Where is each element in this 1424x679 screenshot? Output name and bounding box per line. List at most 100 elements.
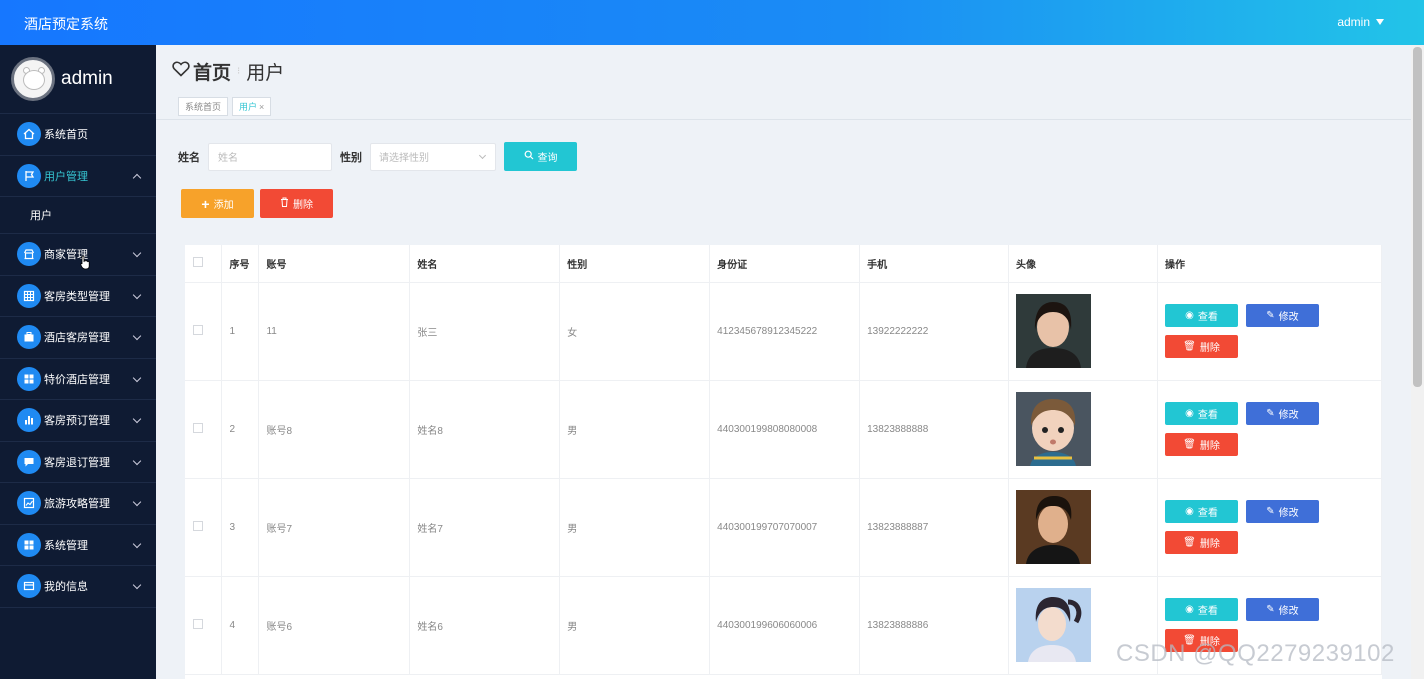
profile: admin <box>0 45 156 114</box>
cell-account: 账号8 <box>258 380 411 479</box>
cell-no: 1 <box>221 282 260 381</box>
chevron-down-icon <box>132 456 142 465</box>
cell-account: 账号6 <box>258 576 411 675</box>
grid-icon <box>17 283 41 308</box>
profile-name: admin <box>61 68 113 89</box>
sidebar-item-user-management[interactable]: 用户管理 <box>0 156 156 197</box>
row-checkbox-cell <box>185 380 223 479</box>
cell-gender: 女 <box>559 282 711 381</box>
sidebar-subitem-label: 用户 <box>30 210 52 222</box>
row-delete-button[interactable]: 🗑 删除 <box>1164 335 1238 358</box>
cell-operations: ◉ 查看 ✎ 修改 🗑 删除 <box>1157 380 1382 479</box>
sidebar-item-system-management[interactable]: 系统管理 <box>0 525 156 566</box>
sidebar-item-merchant-management[interactable]: 商家管理 <box>0 234 156 276</box>
cell-id-card: 412345678912345222 <box>709 282 861 381</box>
sidebar-subitem-user[interactable]: 用户 <box>0 197 156 234</box>
name-input[interactable]: 姓名 <box>208 142 332 171</box>
gender-select[interactable]: 请选择性别 <box>370 142 496 171</box>
breadcrumb-current: 用户 <box>246 63 285 84</box>
chevron-down-icon <box>132 373 142 382</box>
row-delete-button[interactable]: 🗑 删除 <box>1164 433 1238 456</box>
heart-icon <box>172 61 190 83</box>
pencil-icon: ✎ <box>1266 604 1275 615</box>
view-button[interactable]: ◉ 查看 <box>1164 598 1238 621</box>
hand-cursor-icon <box>80 255 92 273</box>
table-row: 3 账号7 姓名7 男 440300199707070007 138238888… <box>185 478 1382 577</box>
sidebar-item-label: 系统首页 <box>44 129 88 142</box>
cell-id-card: 440300199707070007 <box>709 478 861 577</box>
sidebar-item-room-booking-management[interactable]: 客房预订管理 <box>0 400 156 442</box>
chevron-down-icon <box>132 331 142 341</box>
column-header: 头像 <box>1008 245 1158 283</box>
user-name: admin <box>1337 15 1370 29</box>
sidebar-item-travel-guide-management[interactable]: 旅游攻略管理 <box>0 483 156 525</box>
sidebar-item-label: 用户管理 <box>44 170 88 183</box>
trash-icon: 🗑 <box>1183 341 1196 352</box>
table-row: 2 账号8 姓名8 男 440300199808080008 138238888… <box>185 380 1382 479</box>
row-checkbox-cell <box>185 576 223 675</box>
message-icon <box>17 449 41 474</box>
close-icon[interactable]: × <box>259 102 264 112</box>
row-checkbox[interactable] <box>193 520 203 531</box>
pencil-icon: ✎ <box>1266 506 1275 517</box>
column-header: 序号 <box>221 245 260 283</box>
sidebar-item-label: 酒店客房管理 <box>44 332 110 345</box>
name-label: 姓名 <box>178 151 200 164</box>
sidebar-item-room-cancel-management[interactable]: 客房退订管理 <box>0 442 156 483</box>
select-all-checkbox[interactable] <box>193 256 203 267</box>
delete-button[interactable]: 删除 <box>260 189 333 218</box>
edit-button[interactable]: ✎ 修改 <box>1245 500 1319 523</box>
row-delete-button[interactable]: 🗑 删除 <box>1164 531 1238 554</box>
chevron-down-icon <box>132 414 142 424</box>
edit-button[interactable]: ✎ 修改 <box>1245 304 1319 327</box>
column-header: 账号 <box>258 245 411 283</box>
user-avatar-image <box>1016 490 1092 564</box>
top-header: 酒店预定系统 admin <box>0 0 1424 45</box>
chevron-down-icon <box>132 497 142 507</box>
caret-down-icon <box>1376 19 1384 25</box>
view-button-label: 查看 <box>1197 410 1218 421</box>
watermark: CSDN @QQ2279239102 <box>1116 640 1395 667</box>
tag-label: 用户 <box>239 102 258 112</box>
sidebar-item-home[interactable]: 系统首页 <box>0 114 156 156</box>
eye-icon: ◉ <box>1185 506 1194 517</box>
eye-icon: ◉ <box>1185 310 1194 321</box>
sidebar-item-room-type-management[interactable]: 客房类型管理 <box>0 276 156 317</box>
edit-button[interactable]: ✎ 修改 <box>1245 598 1319 621</box>
sidebar-item-special-hotel-management[interactable]: 特价酒店管理 <box>0 359 156 400</box>
tag-system-home[interactable]: 系统首页 <box>178 97 229 116</box>
tag-bar: 系统首页 用户 × <box>178 97 272 116</box>
sidebar-item-hotel-room-management[interactable]: 酒店客房管理 <box>0 317 156 359</box>
card-icon <box>17 574 41 599</box>
query-button[interactable]: 查询 <box>504 142 577 171</box>
sidebar-item-label: 特价酒店管理 <box>44 373 110 386</box>
row-checkbox[interactable] <box>193 422 203 433</box>
cell-name: 姓名6 <box>409 576 561 675</box>
cell-account: 11 <box>258 282 411 381</box>
sidebar: admin 系统首页 用户管理 用户 商家管理 客房类型管理 酒店客房管理 特价… <box>0 45 156 679</box>
cell-avatar <box>1008 380 1158 479</box>
tag-user[interactable]: 用户 × <box>232 97 272 116</box>
cell-avatar <box>1008 478 1158 577</box>
view-button[interactable]: ◉ 查看 <box>1164 304 1238 327</box>
breadcrumb-home[interactable]: 首页 <box>193 58 231 85</box>
cell-name: 姓名7 <box>409 478 561 577</box>
user-avatar-image <box>1016 392 1092 466</box>
user-avatar-image <box>1016 294 1092 368</box>
bar-chart-icon <box>17 408 41 433</box>
scrollbar-thumb[interactable] <box>1413 47 1422 387</box>
user-menu[interactable]: admin <box>1337 15 1384 29</box>
action-bar: + 添加 删除 <box>181 189 333 218</box>
view-button[interactable]: ◉ 查看 <box>1164 402 1238 425</box>
row-checkbox[interactable] <box>193 618 203 629</box>
sidebar-item-my-info[interactable]: 我的信息 <box>0 566 156 608</box>
edit-button-label: 修改 <box>1278 606 1299 617</box>
page-scrollbar[interactable] <box>1411 45 1424 679</box>
edit-button-label: 修改 <box>1278 508 1299 519</box>
add-button-label: 添加 <box>213 200 234 211</box>
add-button[interactable]: + 添加 <box>181 189 254 218</box>
app-title: 酒店预定系统 <box>24 16 108 32</box>
row-checkbox[interactable] <box>193 324 203 335</box>
view-button[interactable]: ◉ 查看 <box>1164 500 1238 523</box>
edit-button[interactable]: ✎ 修改 <box>1245 402 1319 425</box>
